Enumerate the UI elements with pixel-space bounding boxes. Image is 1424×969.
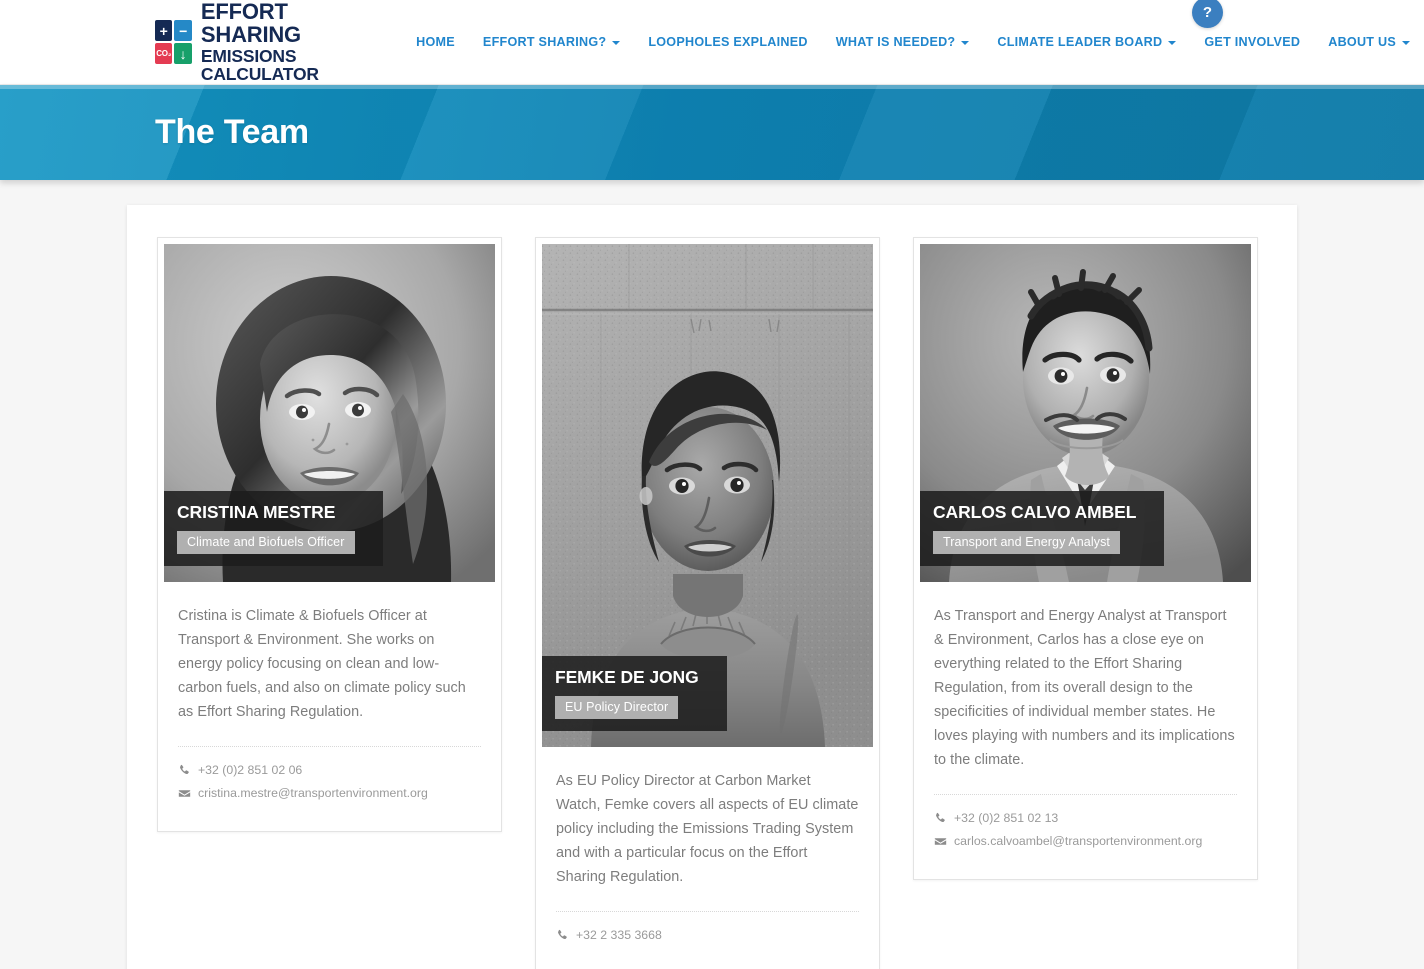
member-bio: As EU Policy Director at Carbon Market W…	[556, 773, 859, 885]
team-grid: CRISTINA MESTRE Climate and Biofuels Off…	[157, 237, 1267, 969]
team-member-card: FEMKE DE JONG EU Policy Director As EU P…	[535, 237, 880, 969]
member-contact-list: +32 2 335 3668	[556, 928, 859, 969]
chevron-down-icon	[961, 41, 970, 45]
envelope-icon	[934, 835, 947, 848]
chevron-down-icon	[612, 41, 621, 45]
logo-line-1: EFFORT SHARING	[200, 0, 301, 47]
logo-line-2: EMISSIONS CALCULATOR	[200, 45, 319, 84]
logo-wordmark: EFFORT SHARING EMISSIONS CALCULATOR	[200, 0, 365, 84]
nav-item-home[interactable]: HOME	[402, 29, 469, 55]
member-phone[interactable]: +32 (0)2 851 02 06	[178, 763, 481, 777]
phone-icon	[556, 929, 569, 942]
member-contact-list: +32 (0)2 851 02 13 carlos.calvoambel@tra…	[934, 811, 1237, 879]
member-role-badge: Transport and Energy Analyst	[933, 531, 1121, 554]
card-divider	[556, 911, 859, 912]
member-name: CRISTINA MESTRE	[177, 502, 336, 522]
nav-label: ABOUT US	[1328, 35, 1396, 49]
card-divider	[178, 746, 481, 747]
member-email[interactable]: cristina.mestre@transportenvironment.org	[178, 786, 481, 800]
member-name: FEMKE DE JONG	[555, 667, 699, 687]
member-phone[interactable]: +32 (0)2 851 02 13	[934, 811, 1237, 825]
member-card-body: Cristina is Climate & Biofuels Officer a…	[164, 582, 495, 831]
phone-text: +32 2 335 3668	[576, 928, 662, 942]
card-divider	[934, 794, 1237, 795]
main-navigation: HOME EFFORT SHARING? LOOPHOLES EXPLAINED…	[402, 29, 1424, 55]
nav-item-climate-leader-board[interactable]: CLIMATE LEADER BOARD	[983, 29, 1190, 55]
logo-mark-icon: + − CO₂ ↓	[155, 20, 192, 64]
member-name-plate: CRISTINA MESTRE Climate and Biofuels Off…	[164, 491, 383, 566]
member-bio: Cristina is Climate & Biofuels Officer a…	[178, 608, 466, 720]
nav-label: LOOPHOLES EXPLAINED	[648, 35, 808, 49]
member-email[interactable]: carlos.calvoambel@transportenvironment.o…	[934, 834, 1237, 848]
nav-item-about-us[interactable]: ABOUT US	[1314, 29, 1424, 55]
content-panel: CRISTINA MESTRE Climate and Biofuels Off…	[127, 205, 1297, 969]
site-logo[interactable]: + − CO₂ ↓ EFFORT SHARING EMISSIONS CALCU…	[155, 0, 365, 84]
email-text: carlos.calvoambel@transportenvironment.o…	[954, 834, 1203, 848]
page-banner: The Team	[0, 85, 1424, 180]
help-icon[interactable]: ?	[1192, 0, 1223, 28]
nav-label: WHAT IS NEEDED?	[835, 35, 956, 49]
nav-item-what-is-needed[interactable]: WHAT IS NEEDED?	[822, 29, 984, 55]
member-bio: As Transport and Energy Analyst at Trans…	[934, 608, 1235, 768]
member-photo: FEMKE DE JONG EU Policy Director	[542, 244, 873, 747]
nav-item-get-involved[interactable]: GET INVOLVED	[1190, 29, 1314, 55]
nav-label: GET INVOLVED	[1204, 35, 1301, 49]
nav-label: CLIMATE LEADER BOARD	[997, 35, 1163, 49]
member-photo: CRISTINA MESTRE Climate and Biofuels Off…	[164, 244, 495, 582]
team-member-card: CRISTINA MESTRE Climate and Biofuels Off…	[157, 237, 502, 832]
email-text: cristina.mestre@transportenvironment.org	[198, 786, 428, 800]
member-phone[interactable]: +32 2 335 3668	[556, 928, 859, 942]
member-role-badge: EU Policy Director	[555, 696, 679, 719]
nav-item-loopholes-explained[interactable]: LOOPHOLES EXPLAINED	[634, 29, 821, 55]
content-area: CRISTINA MESTRE Climate and Biofuels Off…	[0, 180, 1424, 969]
phone-icon	[178, 764, 191, 777]
logo-plus-icon: +	[155, 20, 173, 41]
team-member-card: CARLOS CALVO AMBEL Transport and Energy …	[913, 237, 1258, 880]
chevron-down-icon	[1168, 41, 1177, 45]
page-title: The Team	[155, 113, 309, 151]
member-photo: CARLOS CALVO AMBEL Transport and Energy …	[920, 244, 1251, 582]
envelope-icon	[178, 787, 191, 800]
logo-minus-icon: −	[174, 20, 192, 41]
chevron-down-icon	[1402, 41, 1410, 45]
member-role-badge: Climate and Biofuels Officer	[177, 531, 355, 554]
member-card-body: As Transport and Energy Analyst at Trans…	[920, 582, 1251, 879]
nav-item-effort-sharing[interactable]: EFFORT SHARING?	[469, 29, 634, 55]
nav-label: EFFORT SHARING?	[482, 35, 607, 49]
site-header: + − CO₂ ↓ EFFORT SHARING EMISSIONS CALCU…	[0, 0, 1424, 85]
phone-text: +32 (0)2 851 02 06	[198, 763, 303, 777]
member-name-plate: FEMKE DE JONG EU Policy Director	[542, 656, 727, 731]
member-contact-list: +32 (0)2 851 02 06 cristina.mestre@trans…	[178, 763, 481, 831]
phone-icon	[934, 812, 947, 825]
nav-label: HOME	[416, 35, 455, 49]
member-name-plate: CARLOS CALVO AMBEL Transport and Energy …	[920, 491, 1165, 566]
phone-text: +32 (0)2 851 02 13	[954, 811, 1059, 825]
member-name: CARLOS CALVO AMBEL	[933, 502, 1137, 522]
member-card-body: As EU Policy Director at Carbon Market W…	[542, 747, 873, 969]
logo-arrow-down-icon: ↓	[174, 43, 192, 64]
logo-co2-icon: CO₂	[155, 43, 173, 64]
